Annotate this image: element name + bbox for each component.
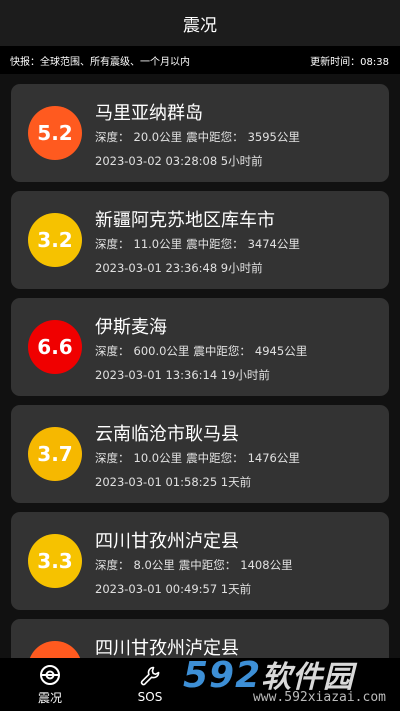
quake-meta: 深度： 8.0公里 震中距您： 1408公里: [95, 557, 297, 573]
magnitude-badge: 6.6: [28, 320, 82, 374]
quake-time: 2023-03-01 23:36:48 9小时前: [95, 261, 263, 275]
depth-value: 8.0公里: [133, 558, 175, 572]
tab-label: 震况: [37, 690, 62, 705]
depth-label: 深度：: [95, 451, 130, 465]
quake-meta: 深度： 20.0公里 震中距您： 3595公里: [95, 129, 304, 145]
update-time: 更新时间：08:38: [310, 56, 389, 68]
page-title: 震况: [183, 15, 217, 36]
tab-label: SOS: [137, 690, 163, 704]
quake-meta: 深度： 11.0公里 震中距您： 3474公里: [95, 236, 304, 252]
depth-value: 600.0公里: [133, 344, 190, 358]
distance-label: 震中距您：: [186, 237, 244, 251]
distance-label: 震中距您：: [186, 451, 244, 465]
quake-location: 云南临沧市耿马县: [95, 424, 239, 445]
filter-summary: 快报：全球范围、所有震级、一个月以内: [10, 56, 190, 68]
quake-location: 马里亚纳群岛: [95, 103, 203, 124]
quake-time: 2023-03-01 13:36:14 19小时前: [95, 368, 270, 382]
depth-value: 11.0公里: [133, 237, 183, 251]
magnitude-badge: 3.7: [28, 427, 82, 481]
quake-location: 四川甘孜州泸定县: [95, 531, 239, 552]
quake-card[interactable]: 3.7 云南临沧市耿马县 深度： 10.0公里 震中距您： 1476公里 2023-0…: [11, 405, 389, 503]
quake-card[interactable]: 6.6 伊斯麦海 深度： 600.0公里 震中距您： 4945公里 2023-03-0…: [11, 298, 389, 396]
distance-value: 1476公里: [247, 451, 300, 465]
earthquake-list: 5.2 马里亚纳群岛 深度： 20.0公里 震中距您： 3595公里 2023-03-…: [11, 84, 389, 711]
distance-label: 震中距您：: [186, 130, 244, 144]
distance-value: 3474公里: [247, 237, 300, 251]
quake-time: 2023-03-02 03:28:08 5小时前: [95, 154, 263, 168]
depth-label: 深度：: [95, 344, 130, 358]
site-watermark: 592软件园 www.592xiazai.com: [183, 652, 388, 708]
depth-label: 深度：: [95, 130, 130, 144]
info-bar: 快报：全球范围、所有震级、一个月以内 更新时间：08:38: [0, 46, 400, 74]
magnitude-badge: 3.2: [28, 213, 82, 267]
distance-value: 1408公里: [240, 558, 293, 572]
quake-location: 新疆阿克苏地区库车市: [95, 210, 275, 231]
quake-time: 2023-03-01 01:58:25 1天前: [95, 475, 252, 489]
depth-label: 深度：: [95, 558, 130, 572]
quake-meta: 深度： 600.0公里 震中距您： 4945公里: [95, 343, 311, 359]
quake-card[interactable]: 3.2 新疆阿克苏地区库车市 深度： 11.0公里 震中距您： 3474公里 2023…: [11, 191, 389, 289]
quake-time: 2023-03-01 00:49:57 1天前: [95, 582, 252, 596]
watermark-number: 592: [183, 655, 262, 696]
depth-value: 20.0公里: [133, 130, 183, 144]
tab-earthquake[interactable]: 震况: [0, 658, 100, 711]
quake-meta: 深度： 10.0公里 震中距您： 1476公里: [95, 450, 304, 466]
app-header: 震况: [0, 0, 400, 46]
depth-value: 10.0公里: [133, 451, 183, 465]
distance-value: 4945公里: [254, 344, 308, 358]
distance-value: 3595公里: [247, 130, 300, 144]
wrench-icon: [139, 665, 161, 687]
magnitude-badge: 3.3: [28, 534, 82, 588]
depth-label: 深度：: [95, 237, 130, 251]
watermark-url: www.592xiazai.com: [252, 690, 386, 705]
distance-label: 震中距您：: [193, 344, 251, 358]
quake-card[interactable]: 3.3 四川甘孜州泸定县 深度： 8.0公里 震中距您： 1408公里 2023-03…: [11, 512, 389, 610]
quake-location: 伊斯麦海: [95, 317, 167, 338]
magnitude-badge: 5.2: [28, 106, 82, 160]
quake-card[interactable]: 5.2 马里亚纳群岛 深度： 20.0公里 震中距您： 3595公里 2023-03-…: [11, 84, 389, 182]
earthquake-tab-icon: [39, 664, 61, 686]
distance-label: 震中距您：: [178, 558, 237, 572]
